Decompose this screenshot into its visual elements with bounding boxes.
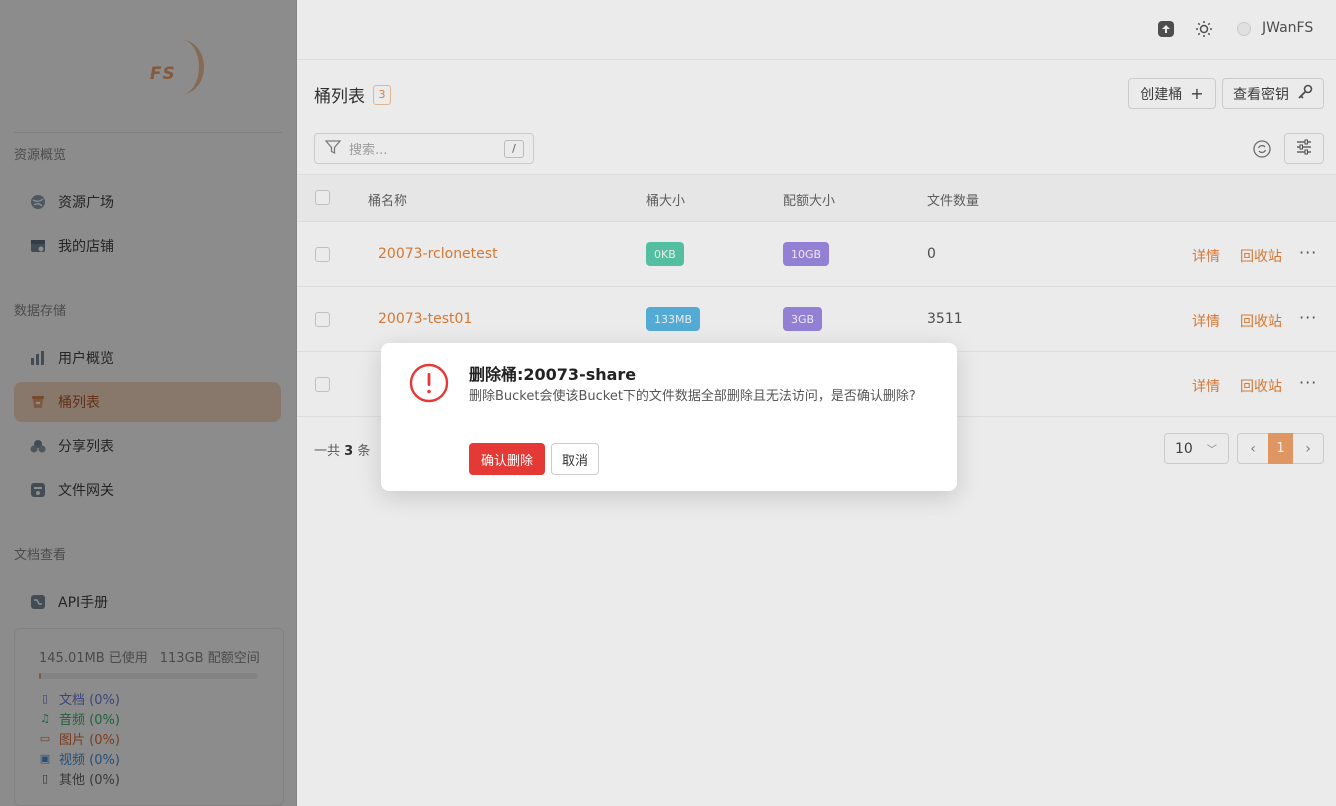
dialog-title: 删除桶:20073-share [469, 365, 637, 384]
warning-icon [409, 363, 449, 403]
confirm-delete-button[interactable]: 确认删除 [469, 443, 545, 475]
modal-backdrop-sidebar[interactable] [0, 0, 297, 806]
delete-bucket-dialog: 删除桶:20073-share 删除Bucket会使该Bucket下的文件数据全… [381, 343, 957, 491]
dialog-message: 删除Bucket会使该Bucket下的文件数据全部删除且无法访问，是否确认删除? [469, 389, 916, 404]
cancel-button[interactable]: 取消 [551, 443, 599, 475]
